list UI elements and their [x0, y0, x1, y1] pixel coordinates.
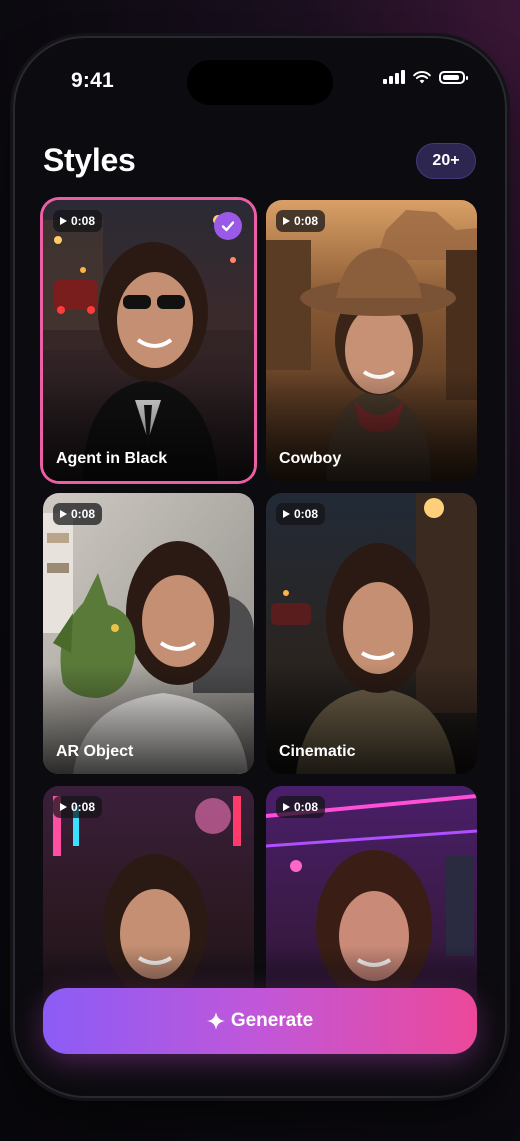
duration-text: 0:08	[71, 214, 96, 228]
style-card-cinematic[interactable]: 0:08 Cinematic	[266, 493, 477, 774]
power-button[interactable]	[506, 300, 510, 440]
volume-down-button[interactable]	[10, 428, 14, 528]
style-card-label: Cinematic	[279, 743, 356, 760]
wifi-icon	[413, 71, 431, 84]
duration-text: 0:08	[294, 800, 319, 814]
page-title: Styles	[43, 142, 136, 178]
style-card-agent-in-black[interactable]: 0:08 Agent in Black	[43, 200, 254, 481]
phone-screen: 9:41 Styles 20+ 0:08 Agent in Black 0:08…	[15, 38, 505, 1096]
status-time: 9:41	[71, 69, 114, 92]
play-icon	[60, 510, 67, 518]
duration-text: 0:08	[294, 214, 319, 228]
duration-text: 0:08	[294, 507, 319, 521]
play-icon	[283, 510, 290, 518]
duration-badge: 0:08	[53, 796, 103, 818]
duration-badge: 0:08	[276, 796, 326, 818]
action-button[interactable]	[10, 236, 14, 296]
duration-badge: 0:08	[276, 210, 326, 232]
status-icons	[383, 70, 468, 84]
volume-up-button[interactable]	[10, 318, 14, 418]
cellular-signal-icon	[383, 70, 405, 84]
style-card-ar-object[interactable]: 0:08 AR Object	[43, 493, 254, 774]
play-icon	[60, 803, 67, 811]
styles-count-badge[interactable]: 20+	[416, 143, 476, 179]
style-card-cowboy[interactable]: 0:08 Cowboy	[266, 200, 477, 481]
duration-badge: 0:08	[53, 503, 103, 525]
battery-icon	[439, 70, 468, 84]
play-icon	[283, 217, 290, 225]
play-icon	[283, 803, 290, 811]
duration-text: 0:08	[71, 800, 96, 814]
style-card-label: AR Object	[56, 743, 134, 760]
play-icon	[60, 217, 67, 225]
generate-button[interactable]: Generate	[43, 988, 477, 1054]
selected-check-icon	[214, 212, 242, 240]
duration-badge: 0:08	[276, 503, 326, 525]
sparkle-icon	[206, 1012, 225, 1030]
style-card-label: Agent in Black	[56, 450, 168, 467]
dynamic-island	[187, 60, 333, 105]
duration-badge: 0:08	[53, 210, 103, 232]
generate-button-label: Generate	[230, 1010, 314, 1031]
duration-text: 0:08	[71, 507, 96, 521]
style-card-label: Cowboy	[279, 450, 342, 467]
